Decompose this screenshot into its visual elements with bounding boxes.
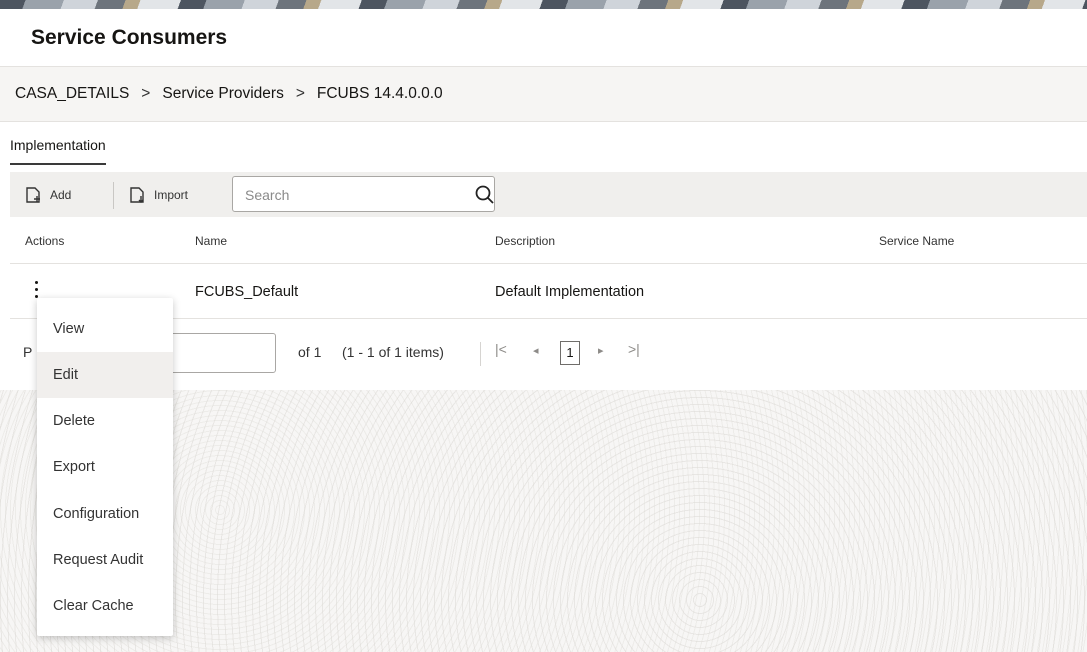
breadcrumb-item-service-providers[interactable]: Service Providers bbox=[162, 85, 283, 103]
pagination-page-input[interactable] bbox=[160, 333, 276, 373]
search-input[interactable] bbox=[243, 183, 457, 207]
breadcrumb-separator: > bbox=[141, 85, 151, 102]
document-add-icon bbox=[26, 187, 40, 203]
breadcrumb: CASA_DETAILS > Service Providers > FCUBS… bbox=[0, 66, 1087, 122]
document-import-icon bbox=[130, 187, 144, 203]
column-header-name[interactable]: Name bbox=[195, 234, 227, 248]
menu-item-edit[interactable]: Edit bbox=[37, 352, 173, 398]
search-box bbox=[232, 176, 495, 212]
breadcrumb-separator: > bbox=[295, 85, 305, 102]
breadcrumb-item-fcubs[interactable]: FCUBS 14.4.0.0.0 bbox=[317, 85, 443, 103]
pagination-page-label: P bbox=[23, 344, 33, 360]
menu-item-clear-cache[interactable]: Clear Cache bbox=[37, 583, 173, 629]
toolbar: Add Import bbox=[10, 172, 1087, 217]
search-icon[interactable] bbox=[474, 184, 496, 206]
column-header-service-name[interactable]: Service Name bbox=[879, 234, 954, 248]
pagination-item-range: (1 - 1 of 1 items) bbox=[342, 344, 444, 360]
toolbar-divider bbox=[113, 182, 114, 209]
menu-item-configuration[interactable]: Configuration bbox=[37, 491, 173, 537]
cell-name: FCUBS_Default bbox=[195, 284, 299, 300]
column-header-description[interactable]: Description bbox=[495, 234, 555, 248]
row-actions-menu: View Edit Delete Export Configuration Re… bbox=[37, 298, 173, 636]
decorative-header-band bbox=[0, 0, 1087, 9]
import-button-label: Import bbox=[154, 188, 189, 202]
first-page-icon[interactable]: |< bbox=[495, 341, 507, 357]
column-header-actions[interactable]: Actions bbox=[25, 234, 64, 248]
pagination-total-pages: of 1 bbox=[298, 344, 322, 360]
import-button[interactable]: Import bbox=[128, 182, 188, 208]
pagination-divider bbox=[480, 342, 481, 366]
add-button[interactable]: Add bbox=[24, 182, 71, 208]
menu-item-view[interactable]: View bbox=[37, 306, 173, 352]
menu-item-delete[interactable]: Delete bbox=[37, 398, 173, 444]
previous-page-icon[interactable]: ◂ bbox=[533, 344, 539, 357]
last-page-icon[interactable]: >| bbox=[628, 341, 640, 357]
current-page-button[interactable]: 1 bbox=[560, 341, 580, 365]
cell-description: Default Implementation bbox=[495, 284, 645, 300]
page-title: Service Consumers bbox=[31, 26, 228, 49]
menu-item-export[interactable]: Export bbox=[37, 444, 173, 490]
header-divider bbox=[10, 263, 1087, 264]
menu-item-request-audit[interactable]: Request Audit bbox=[37, 537, 173, 583]
breadcrumb-item-casa-details[interactable]: CASA_DETAILS bbox=[15, 85, 129, 103]
next-page-icon[interactable]: ▸ bbox=[598, 344, 604, 357]
tab-implementation[interactable]: Implementation bbox=[10, 137, 106, 165]
add-button-label: Add bbox=[50, 188, 72, 202]
